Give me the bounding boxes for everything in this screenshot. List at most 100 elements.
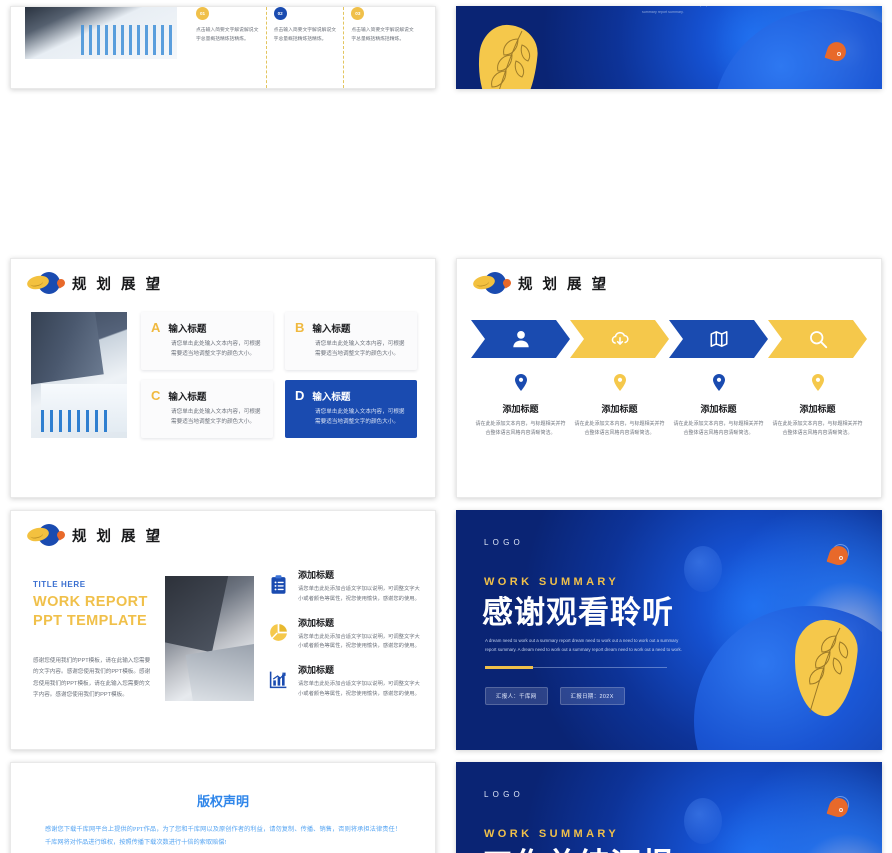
location-pin-icon	[712, 374, 725, 391]
detail-body: 请在此处添加文本内容，与标题相关并符合整体语言风格内容清晰简洁。	[673, 421, 764, 437]
slide-title: 规 划 展 望	[72, 528, 164, 545]
slide-copyright[interactable]: 版权声明 感谢您下载千库网平台上提供的PPT作品，为了您和千库网以及原创作者的利…	[10, 762, 436, 853]
slide-slot-thanks: LOGO WORK SUMMARY 感谢观看聆听 A dream need to…	[446, 504, 892, 756]
slide-title: 规 划 展 望	[518, 276, 610, 293]
card-title: 输入标题	[168, 324, 207, 335]
card-title: 输入标题	[312, 324, 351, 335]
cover-title: 工作总结汇报	[482, 846, 674, 853]
cover-paragraph: A dream need to work out a summary repor…	[642, 6, 784, 14]
location-pin-icon	[514, 374, 527, 391]
feature-title: 添加标题	[298, 617, 335, 628]
process-detail: 添加标题 请在此处添加文本内容，与标题相关并符合整体语言风格内容清晰简洁。	[471, 374, 570, 439]
slide-slot-top-right: A dream need to work out a summary repor…	[446, 0, 892, 89]
slide-slot-report: 规 划 展 望 TITLE HERE WORK REPORT PPT TEMPL…	[0, 504, 446, 756]
process-detail: 添加标题 请在此处添加文本内容，与标题相关并符合整体语言风格内容清晰简洁。	[669, 374, 768, 439]
team-meeting-photo	[165, 576, 254, 701]
step-number-badge: 01	[196, 7, 209, 20]
card-body: 请您单击此处输入文本内容，可根据需要适当地调整文字的颜色大小。	[171, 409, 261, 425]
card-body: 请您单击此处输入文本内容，可根据需要适当地调整文字的颜色大小。	[171, 341, 261, 357]
cover-title: 感谢观看聆听	[482, 595, 674, 630]
bar-chart-icon	[268, 669, 289, 690]
accent-rule	[485, 666, 667, 669]
leaf-illustration	[474, 22, 540, 89]
brand-logo-icon	[471, 272, 513, 294]
detail-title: 添加标题	[601, 404, 638, 414]
presenter-badge: 汇报人：千库网	[485, 687, 548, 705]
slide-slot-cards: 规 划 展 望 A 输入标题 请您单击此处输入文本内容，可根据需要适当地调整文字…	[0, 252, 446, 504]
chevron-process-bar	[471, 320, 867, 358]
feature-body: 请您单击此处添加合适文字加以说明，可调整文字大小或者颜色等属性，祝您使用愉快，感…	[298, 681, 420, 697]
search-icon	[807, 328, 829, 350]
slide-thumbnail-content-crop[interactable]: 01 点击输入简要文字解说解说文字总量概括精炼括精炼。 02 点击输入简要文字解…	[10, 6, 436, 89]
report-heading-line2: PPT TEMPLATE	[33, 613, 148, 630]
card-letter: A	[151, 320, 161, 335]
card-letter: B	[295, 320, 305, 335]
slide-cover[interactable]: LOGO WORK SUMMARY 工作总结汇报 A dream need to…	[456, 762, 882, 853]
user-icon	[510, 328, 532, 350]
detail-title: 添加标题	[502, 404, 539, 414]
pie-chart-icon	[268, 622, 289, 643]
cover-eyebrow: WORK SUMMARY	[484, 828, 620, 840]
report-feature: 添加标题 请您单击此处添加合适文字加以说明，可调整文字大小或者颜色等属性，祝您使…	[268, 616, 421, 653]
brand-logo-icon	[25, 524, 67, 546]
cloud-download-icon	[609, 328, 631, 350]
slide-work-report[interactable]: 规 划 展 望 TITLE HERE WORK REPORT PPT TEMPL…	[10, 510, 436, 750]
process-step-2[interactable]	[570, 320, 669, 358]
info-card[interactable]: C 输入标题 请您单击此处输入文本内容，可根据需要适当地调整文字的颜色大小。	[141, 380, 273, 438]
leaf-veins-icon	[491, 30, 531, 89]
slide-thank-you[interactable]: LOGO WORK SUMMARY 感谢观看聆听 A dream need to…	[456, 510, 882, 750]
step-description: 点击输入简要文字解说解说文字总量概括精炼括精炼。	[351, 28, 414, 43]
info-card[interactable]: A 输入标题 请您单击此处输入文本内容，可根据需要适当地调整文字的颜色大小。	[141, 312, 273, 370]
map-icon	[708, 328, 730, 350]
card-letter: C	[151, 388, 161, 403]
report-eyebrow: TITLE HERE	[33, 580, 86, 589]
detail-title: 添加标题	[700, 404, 737, 414]
card-body: 请您单击此处输入文本内容，可根据需要适当地调整文字的颜色大小。	[315, 409, 405, 425]
step-description: 点击输入简要文字解说解说文字总量概括精炼括精炼。	[196, 28, 259, 43]
slide-slot-process: 规 划 展 望 添加标题 请在此处添加文本内容，与标题相关并符合整体语言风格内容…	[446, 252, 892, 504]
report-paragraph: 感谢您使用我们的PPT模板，请在此输入您需要的文字内容。感谢您使用我们的PPT模…	[33, 658, 151, 698]
process-step-3[interactable]	[669, 320, 768, 358]
slide-planning-process[interactable]: 规 划 展 望 添加标题 请在此处添加文本内容，与标题相关并符合整体语言风格内容…	[456, 258, 882, 498]
decor-blob-small	[684, 546, 722, 592]
info-card-highlighted[interactable]: D 输入标题 请您单击此处输入文本内容，可根据需要适当地调整文字的颜色大小。	[285, 380, 417, 438]
slide-header: 规 划 展 望	[457, 259, 881, 294]
feature-body: 请您单击此处添加合适文字加以说明，可调整文字大小或者颜色等属性，祝您使用愉快，感…	[298, 586, 420, 602]
location-pin-icon	[613, 374, 626, 391]
slide-thumbnail-cover-crop[interactable]: A dream need to work out a summary repor…	[456, 6, 882, 89]
card-title: 输入标题	[168, 392, 207, 403]
meeting-photo	[25, 7, 177, 59]
logo-placeholder: LOGO	[484, 538, 524, 547]
card-body: 请您单击此处输入文本内容，可根据需要适当地调整文字的颜色大小。	[315, 341, 405, 357]
clipboard-list-icon	[268, 574, 289, 595]
decor-blob-small	[684, 798, 722, 844]
slide-slot-top-left: 01 点击输入简要文字解说解说文字总量概括精炼括精炼。 02 点击输入简要文字解…	[0, 0, 446, 89]
detail-body: 请在此处添加文本内容，与标题相关并符合整体语言风格内容清晰简洁。	[475, 421, 566, 437]
slide-planning-cards[interactable]: 规 划 展 望 A 输入标题 请您单击此处输入文本内容，可根据需要适当地调整文字…	[10, 258, 436, 498]
process-step-1[interactable]	[471, 320, 570, 358]
process-detail: 添加标题 请在此处添加文本内容，与标题相关并符合整体语言风格内容清晰简洁。	[570, 374, 669, 439]
feature-title: 添加标题	[298, 570, 335, 580]
slide-slot-copyright: 版权声明 感谢您下载千库网平台上提供的PPT作品，为了您和千库网以及原创作者的利…	[0, 756, 446, 853]
copyright-title: 版权声明	[196, 794, 249, 809]
process-step-4[interactable]	[768, 320, 867, 358]
slide-header: 规 划 展 望	[11, 259, 435, 294]
detail-body: 请在此处添加文本内容，与标题相关并符合整体语言风格内容清晰简洁。	[574, 421, 665, 437]
info-card[interactable]: B 输入标题 请您单击此处输入文本内容，可根据需要适当地调整文字的颜色大小。	[285, 312, 417, 370]
process-detail-row: 添加标题 请在此处添加文本内容，与标题相关并符合整体语言风格内容清晰简洁。 添加…	[471, 374, 867, 439]
seed-illustration	[826, 794, 851, 820]
slide-gallery: 01 点击输入简要文字解说解说文字总量概括精炼括精炼。 02 点击输入简要文字解…	[0, 0, 892, 853]
leaf-veins-icon	[809, 627, 849, 713]
decor-blob	[712, 9, 882, 89]
location-pin-icon	[811, 374, 824, 391]
numbered-column: 02 点击输入简要文字解说解说文字总量概括精炼括精炼。	[265, 7, 344, 88]
detail-body: 请在此处添加文本内容，与标题相关并符合整体语言风格内容清晰简洁。	[772, 421, 863, 437]
slide-header: 规 划 展 望	[11, 511, 435, 546]
date-badge: 汇报日期：202X	[559, 687, 625, 705]
slide-slot-cover: LOGO WORK SUMMARY 工作总结汇报 A dream need to…	[446, 756, 892, 853]
detail-title: 添加标题	[799, 404, 836, 414]
numbered-column: 01 点击输入简要文字解说解说文字总量概括精炼括精炼。	[189, 7, 266, 88]
seed-illustration	[824, 39, 849, 64]
brand-logo-icon	[25, 272, 67, 294]
feature-body: 请您单击此处添加合适文字加以说明，可调整文字大小或者颜色等属性，祝您使用愉快，感…	[298, 633, 420, 650]
